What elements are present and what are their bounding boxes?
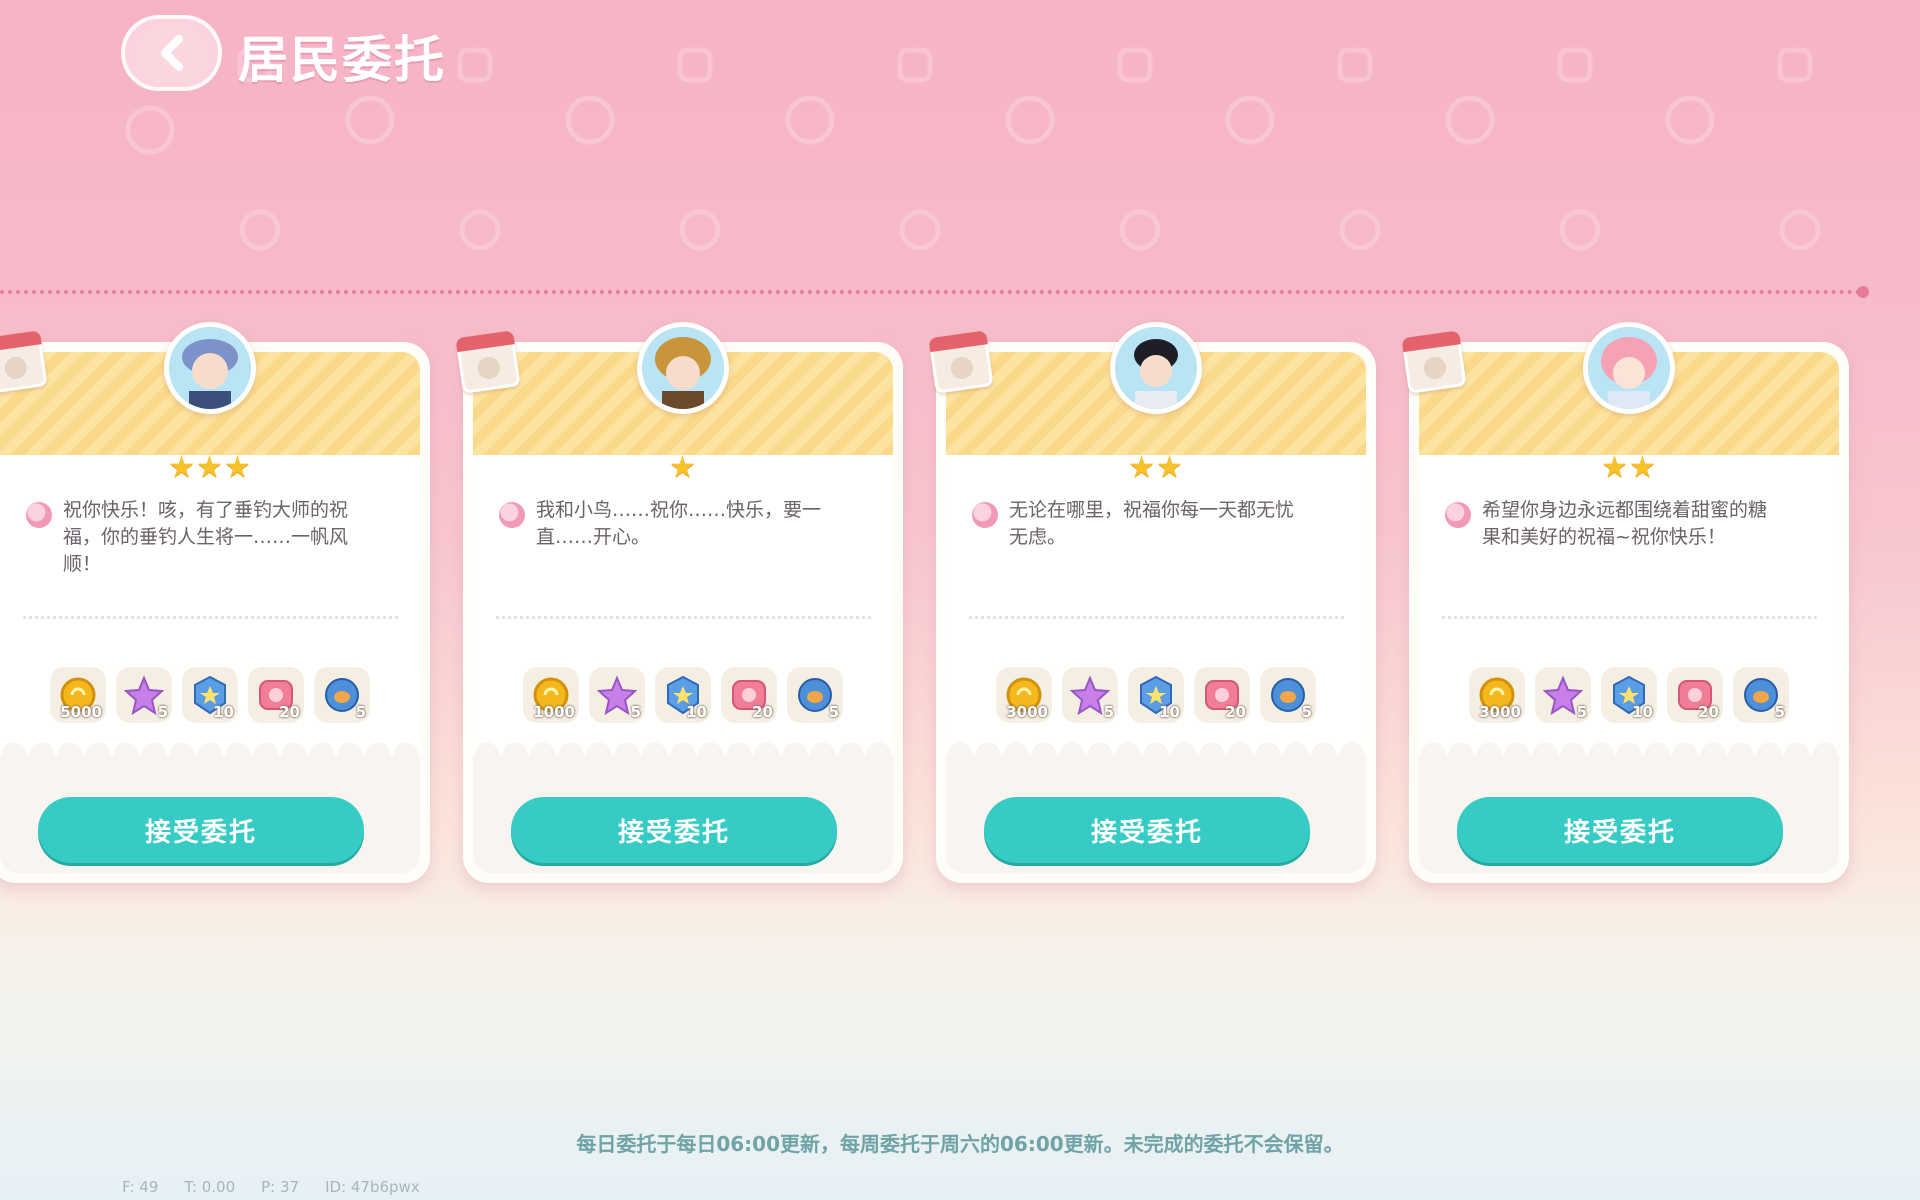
commission-card: ★★ 无论在哪里，祝福你每一天都无忧无虑。 3000 5 10 20 5 接受委… [928,322,1376,883]
debug-time: T: 0.00 [184,1178,236,1196]
reward-item[interactable]: 20 [1667,667,1723,723]
reward-item[interactable]: 20 [721,667,777,723]
calendar-icon [0,330,48,394]
reward-list: 3000 5 10 20 5 [996,667,1316,723]
reward-item[interactable]: 5 [1733,667,1789,723]
reward-count: 5 [1301,703,1312,721]
avatar [164,322,256,414]
avatar [1583,322,1675,414]
reward-item[interactable]: 10 [1128,667,1184,723]
card-dialog-text: 我和小鸟……祝你……快乐，要一直……开心。 [536,499,822,548]
card-dialog-text: 希望你身边永远都围绕着甜蜜的糖果和美好的祝福~祝你快乐！ [1482,499,1768,548]
reward-count: 5 [630,703,641,721]
card-dialog-text: 无论在哪里，祝福你每一天都无忧无虑。 [1009,499,1295,548]
reward-item[interactable]: 20 [248,667,304,723]
reward-item[interactable]: 1000 [523,667,579,723]
reward-item[interactable]: 5 [116,667,172,723]
accept-commission-button[interactable]: 接受委托 [984,797,1310,863]
reward-item[interactable]: 10 [182,667,238,723]
page-title: 居民委托 [238,31,446,89]
reward-item[interactable]: 5 [787,667,843,723]
reward-item[interactable]: 3000 [996,667,1052,723]
speech-icon [972,502,998,528]
reward-count: 3000 [1006,703,1048,721]
debug-id: ID: 47b6pwx [325,1178,420,1196]
reward-count: 3000 [1479,703,1521,721]
commission-card: ★ 我和小鸟……祝你……快乐，要一直……开心。 1000 5 10 20 5 接… [455,322,903,883]
reward-list: 1000 5 10 20 5 [523,667,843,723]
reward-count: 10 [1159,703,1180,721]
accept-commission-button[interactable]: 接受委托 [511,797,837,863]
reward-list: 3000 5 10 20 5 [1469,667,1789,723]
chevron-left-icon [160,35,183,71]
reward-count: 20 [1698,703,1719,721]
reward-count: 10 [686,703,707,721]
reward-count: 20 [279,703,300,721]
reward-item[interactable]: 5 [314,667,370,723]
calendar-icon [455,330,521,394]
reward-list: 5000 5 10 20 5 [50,667,370,723]
dotted-divider [0,290,1862,294]
reward-count: 5 [355,703,366,721]
star-rating: ★★★ [168,450,252,485]
accept-commission-button[interactable]: 接受委托 [1457,797,1783,863]
reward-count: 5 [1576,703,1587,721]
reward-item[interactable]: 5 [1535,667,1591,723]
commission-card: ★★ 希望你身边永远都围绕着甜蜜的糖果和美好的祝福~祝你快乐！ 3000 5 1… [1401,322,1849,883]
reward-count: 5000 [60,703,102,721]
speech-icon [499,502,525,528]
speech-icon [1445,502,1471,528]
reward-item[interactable]: 5 [1062,667,1118,723]
star-rating: ★ [669,450,697,485]
accept-commission-button[interactable]: 接受委托 [38,797,364,863]
reward-item[interactable]: 20 [1194,667,1250,723]
back-button[interactable] [121,15,222,91]
debug-ping: P: 37 [261,1178,300,1196]
reward-item[interactable]: 5 [589,667,645,723]
card-dialog-text: 祝你快乐！咳，有了垂钓大师的祝福，你的垂钓人生将一……一帆风顺！ [63,499,349,575]
reward-count: 5 [828,703,839,721]
star-rating: ★★ [1601,450,1657,485]
commission-card: ★★★ 祝你快乐！咳，有了垂钓大师的祝福，你的垂钓人生将一……一帆风顺！ 500… [0,322,430,883]
reward-item[interactable]: 3000 [1469,667,1525,723]
reward-count: 5 [157,703,168,721]
refresh-notice: 每日委托于每日06:00更新，每周委托于周六的06:00更新。未完成的委托不会保… [576,1132,1344,1156]
avatar [1110,322,1202,414]
reward-count: 20 [752,703,773,721]
reward-count: 5 [1103,703,1114,721]
calendar-icon [1401,330,1467,394]
reward-count: 10 [1632,703,1653,721]
reward-count: 5 [1774,703,1785,721]
reward-item[interactable]: 10 [655,667,711,723]
reward-count: 20 [1225,703,1246,721]
debug-fps: F: 49 [122,1178,159,1196]
reward-count: 1000 [533,703,575,721]
reward-item[interactable]: 10 [1601,667,1657,723]
reward-item[interactable]: 5000 [50,667,106,723]
debug-overlay: F: 49 T: 0.00 P: 37 ID: 47b6pwx [122,1178,420,1196]
star-rating: ★★ [1128,450,1184,485]
dotted-divider-end [1857,286,1869,298]
calendar-icon [928,330,994,394]
avatar [637,322,729,414]
speech-icon [26,502,52,528]
reward-count: 10 [213,703,234,721]
reward-item[interactable]: 5 [1260,667,1316,723]
